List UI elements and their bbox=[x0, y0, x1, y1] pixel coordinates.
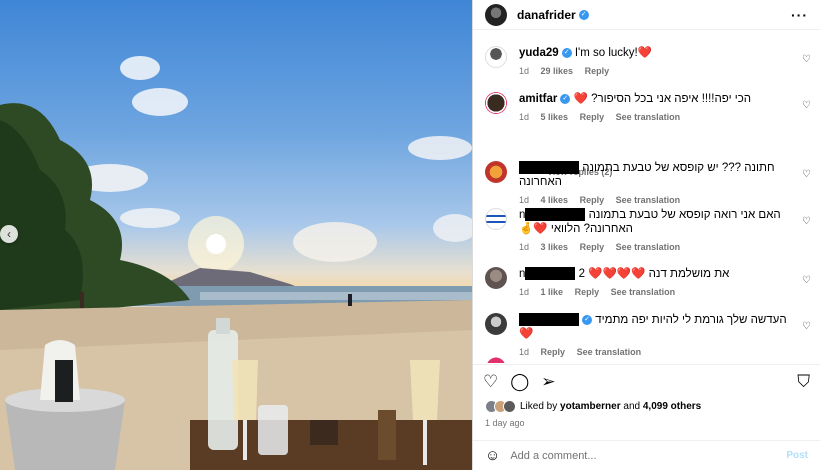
redacted-username bbox=[519, 161, 579, 175]
comment-time: 1d bbox=[519, 242, 530, 252]
like-comment-heart-icon[interactable]: ♡ bbox=[802, 100, 811, 111]
liker-avatars bbox=[485, 400, 516, 413]
comment-likes[interactable]: 1 like bbox=[541, 287, 564, 297]
reply-button[interactable]: Reply bbox=[580, 242, 605, 252]
like-comment-heart-icon[interactable]: ♡ bbox=[802, 275, 811, 286]
commenter-avatar[interactable] bbox=[485, 313, 507, 335]
comment-time: 1d bbox=[519, 195, 530, 205]
carousel-prev-button[interactable]: ‹ bbox=[0, 225, 18, 243]
see-translation-button[interactable]: See translation bbox=[616, 195, 681, 205]
comment-text: את מושלמת דנה ❤️❤️❤️❤️ 2 bbox=[578, 268, 730, 280]
add-comment-input[interactable] bbox=[510, 449, 787, 462]
comment-item: ✓ העדשה שלך גורמת לי להיות יפה מתמיד❤️ 1… bbox=[485, 313, 811, 357]
comment-time: 1d bbox=[519, 66, 530, 76]
comment-item: n את מושלמת דנה ❤️❤️❤️❤️ 2 1d 1 like Rep… bbox=[485, 267, 811, 297]
like-comment-heart-icon[interactable]: ♡ bbox=[802, 321, 811, 332]
comment-likes[interactable]: 5 likes bbox=[541, 112, 569, 122]
commenter-avatar[interactable] bbox=[485, 92, 507, 114]
see-translation-button[interactable]: See translation bbox=[616, 242, 681, 252]
liked-by-user[interactable]: yotamberner bbox=[560, 401, 621, 412]
comment-bubble-icon[interactable]: ◯ bbox=[510, 372, 529, 392]
post-comment-button[interactable]: Post bbox=[786, 450, 808, 461]
comment-time: 1d bbox=[519, 287, 530, 297]
reply-button[interactable]: Reply bbox=[541, 347, 566, 357]
comment-item: amitfar ✓ הכי יפה!!!! איפה אני בכל הסיפור… bbox=[485, 92, 811, 122]
comment-username[interactable]: amitfar bbox=[519, 93, 557, 105]
reply-button[interactable]: Reply bbox=[580, 112, 605, 122]
commenter-avatar[interactable] bbox=[485, 208, 507, 230]
comments-list: yuda29 ✓ I'm so lucky!❤️ 1d 29 likes Repl… bbox=[473, 31, 820, 363]
redacted-username bbox=[525, 267, 576, 281]
beach-scene bbox=[0, 56, 472, 470]
share-send-icon[interactable]: ➢ bbox=[541, 372, 555, 392]
redacted-username bbox=[519, 313, 579, 327]
post-actions: ♡ ◯ ➢ ⛉ bbox=[473, 364, 820, 399]
commenter-avatar[interactable] bbox=[485, 267, 507, 289]
redacted-username bbox=[525, 208, 586, 222]
add-comment-bar: ☺ Post bbox=[473, 440, 820, 470]
verified-badge-icon: ✓ bbox=[582, 314, 592, 325]
verified-badge-icon: ✓ bbox=[560, 93, 571, 104]
like-comment-heart-icon[interactable]: ♡ bbox=[802, 54, 811, 65]
commenter-avatar[interactable] bbox=[485, 46, 507, 68]
commenter-avatar[interactable] bbox=[485, 356, 507, 363]
see-translation-button[interactable]: See translation bbox=[616, 112, 681, 122]
comment-item: n האם אני רואה קופסא של טבעת בתמונה האחר… bbox=[485, 208, 811, 252]
comment-likes[interactable]: 3 likes bbox=[541, 242, 569, 252]
comment-text: I'm so lucky!❤️ bbox=[574, 47, 653, 59]
commenter-avatar[interactable] bbox=[485, 161, 507, 183]
post-header: danafrider ✓ ··· bbox=[473, 0, 820, 30]
like-heart-icon[interactable]: ♡ bbox=[483, 372, 498, 392]
more-options-icon[interactable]: ··· bbox=[791, 7, 808, 23]
author-username[interactable]: danafrider bbox=[517, 8, 576, 22]
reply-button[interactable]: Reply bbox=[575, 287, 600, 297]
comment-likes[interactable]: 29 likes bbox=[541, 66, 574, 76]
save-bookmark-icon[interactable]: ⛉ bbox=[797, 372, 810, 392]
author-avatar[interactable] bbox=[485, 3, 507, 26]
comment-text: הכי יפה!!!! איפה אני בכל הסיפור? ❤️ bbox=[573, 93, 752, 105]
like-comment-heart-icon[interactable]: ♡ bbox=[802, 169, 811, 180]
reply-button[interactable]: Reply bbox=[585, 66, 610, 76]
post-photo: ‹ bbox=[0, 0, 472, 470]
post-date[interactable]: 1 day ago bbox=[485, 418, 525, 428]
comment-time: 1d bbox=[519, 347, 530, 357]
verified-badge-icon: ✓ bbox=[578, 9, 589, 20]
post-panel: danafrider ✓ ··· yuda29 ✓ I'm so lucky!❤️… bbox=[472, 0, 820, 470]
liked-by-and: and bbox=[623, 401, 641, 412]
comment-time: 1d bbox=[519, 112, 530, 122]
see-translation-button[interactable]: See translation bbox=[577, 347, 642, 357]
liked-by-prefix: Liked by bbox=[520, 401, 558, 412]
likes-count[interactable]: 4,099 others bbox=[643, 401, 701, 412]
comment-item: חתונה ??? יש קופסא של טבעת בתמונה האחרונ… bbox=[485, 161, 811, 205]
comment-username[interactable]: yuda29 bbox=[519, 47, 559, 59]
comment-likes[interactable]: 4 likes bbox=[541, 195, 569, 205]
likes-summary: Liked by yotamberner and 4,099 others bbox=[485, 400, 701, 413]
comment-item: yuda29 ✓ I'm so lucky!❤️ 1d 29 likes Repl… bbox=[485, 46, 811, 76]
see-translation-button[interactable]: See translation bbox=[611, 287, 676, 297]
reply-button[interactable]: Reply bbox=[580, 195, 605, 205]
like-comment-heart-icon[interactable]: ♡ bbox=[802, 216, 811, 227]
emoji-picker-icon[interactable]: ☺ bbox=[485, 447, 500, 464]
verified-badge-icon: ✓ bbox=[561, 47, 572, 58]
